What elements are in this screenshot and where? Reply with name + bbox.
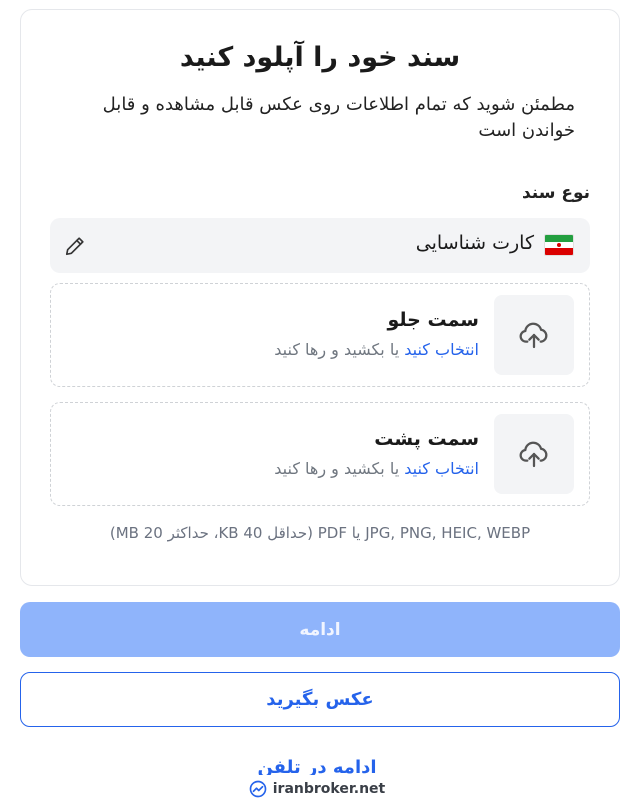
page-title: سند خود را آپلود کنید [179,42,461,73]
upload-card: سند خود را آپلود کنید مطمئن شوید که تمام… [20,9,620,586]
continue-button[interactable]: ادامه [20,602,620,657]
back-side-dropzone[interactable]: سمت پشت انتخاب کنید یا بکشید و رها کنید [50,402,590,506]
pencil-icon[interactable] [64,235,86,257]
front-select-link[interactable]: انتخاب کنید [404,340,479,359]
front-side-dropzone[interactable]: سمت جلو انتخاب کنید یا بکشید و رها کنید [50,283,590,387]
cloud-upload-icon [519,322,548,349]
back-drag-text: یا بکشید و رها کنید [274,459,405,478]
document-type-label: نوع سند [521,183,590,203]
supported-formats-note: JPG, PNG, HEIC, WEBP یا PDF (حداقل 40 KB… [109,524,531,542]
front-side-title: سمت جلو [387,309,479,331]
cloud-upload-icon [519,441,548,468]
back-side-title: سمت پشت [374,428,479,450]
watermark: iranbroker.net [0,778,634,800]
front-side-hint: انتخاب کنید یا بکشید و رها کنید [274,340,479,359]
front-drag-text: یا بکشید و رها کنید [274,340,405,359]
front-upload-icon-box[interactable] [494,295,574,375]
take-photo-button[interactable]: عکس بگیرید [20,672,620,727]
back-upload-icon-box[interactable] [494,414,574,494]
back-select-link[interactable]: انتخاب کنید [404,459,479,478]
document-type-value: کارت شناسایی [415,232,534,254]
page-subtitle: مطمئن شوید که تمام اطلاعات روی عکس قابل … [102,94,575,141]
back-side-hint: انتخاب کنید یا بکشید و رها کنید [274,459,479,478]
document-type-select[interactable]: کارت شناسایی [50,218,590,273]
watermark-text: iranbroker.net [272,781,386,797]
continue-on-phone-link[interactable]: ادامه در تلفن [0,757,634,775]
iran-flag-icon [544,234,574,256]
trend-logo-icon [249,780,267,798]
